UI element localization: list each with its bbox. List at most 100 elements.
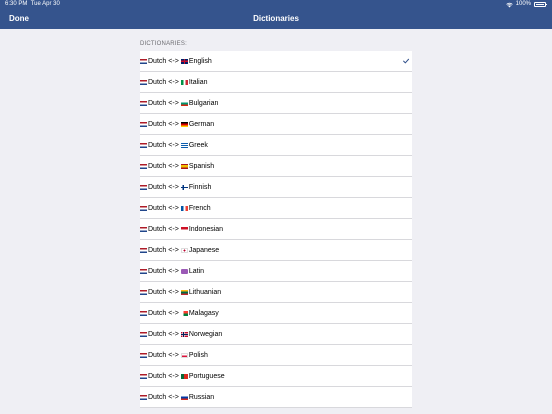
bidirectional-arrow: <-> [168,225,179,233]
flag-fi-icon [180,184,188,190]
bidirectional-arrow: <-> [168,141,179,149]
source-language: Dutch [148,225,167,233]
dictionary-row-portuguese[interactable]: Dutch <-> Portuguese [140,366,412,387]
flag-gr-icon [180,142,188,148]
dictionary-label: Dutch <-> French [140,205,211,212]
bidirectional-arrow: <-> [168,393,179,401]
bidirectional-arrow: <-> [168,309,179,317]
navigation-bar: Dictionaries Done [0,9,552,29]
flag-bg-icon [180,100,188,106]
source-language: Dutch [148,393,167,401]
flag-nl-icon [140,268,147,274]
flag-nl-icon [140,205,147,211]
flag-nl-icon [140,79,147,85]
target-language: Bulgarian [188,99,219,107]
target-language: Polish [188,351,208,359]
flag-nl-icon [140,394,147,400]
flag-nl-icon [140,142,147,148]
flag-fr-icon [180,205,188,211]
source-language: Dutch [148,183,167,191]
bidirectional-arrow: <-> [168,99,179,107]
dictionary-row-french[interactable]: Dutch <-> French [140,198,412,219]
dictionary-row-german[interactable]: Dutch <-> German [140,114,412,135]
target-language: Lithuanian [188,288,222,296]
source-language: Dutch [148,288,167,296]
flag-nl-icon [140,289,147,295]
dictionary-row-japanese[interactable]: Dutch <-> Japanese [140,240,412,261]
dictionary-row-spanish[interactable]: Dutch <-> Spanish [140,156,412,177]
flag-pl-icon [180,352,188,358]
source-language: Dutch [148,267,167,275]
bidirectional-arrow: <-> [168,246,179,254]
dictionary-label: Dutch <-> Bulgarian [140,100,218,107]
dictionary-label: Dutch <-> Finnish [140,184,211,191]
dictionary-label: Dutch <-> Polish [140,352,208,359]
target-language: German [188,120,215,128]
target-language: Finnish [188,183,212,191]
source-language: Dutch [148,141,167,149]
flag-nl-icon [140,100,147,106]
dictionary-row-english[interactable]: Dutch <-> English [140,51,412,72]
flag-ru-icon [180,394,188,400]
bidirectional-arrow: <-> [168,372,179,380]
dictionary-label: Dutch <-> Russian [140,394,214,401]
source-language: Dutch [148,162,167,170]
dictionary-label: Dutch <-> German [140,121,214,128]
bidirectional-arrow: <-> [168,183,179,191]
source-language: Dutch [148,330,167,338]
flag-nl-icon [140,121,147,127]
flag-pt-icon [180,373,188,379]
section-header: DICTIONARIES: [140,41,187,47]
dictionary-label: Dutch <-> Japanese [140,247,219,254]
flag-no-icon [180,331,188,337]
flag-mg-icon [180,310,188,316]
flag-de-icon [180,121,188,127]
source-language: Dutch [148,99,167,107]
dictionary-row-malagasy[interactable]: Dutch <-> Malagasy [140,303,412,324]
target-language: English [188,57,212,65]
flag-nl-icon [140,226,147,232]
status-right: 100% [505,0,547,9]
dictionary-label: Dutch <-> Spanish [140,163,214,170]
flag-nl-icon [140,247,147,253]
flag-nl-icon [140,163,147,169]
bidirectional-arrow: <-> [168,330,179,338]
flag-jp-icon [180,247,188,253]
flag-id-icon [180,226,188,232]
status-date: Tue Apr 30 [30,1,60,7]
bidirectional-arrow: <-> [168,120,179,128]
source-language: Dutch [148,372,167,380]
target-language: Latin [188,267,204,275]
bidirectional-arrow: <-> [168,351,179,359]
status-bar: 6:30 PM Tue Apr 30 100% [0,0,552,9]
dictionary-row-indonesian[interactable]: Dutch <-> Indonesian [140,219,412,240]
dictionary-row-italian[interactable]: Dutch <-> Italian [140,72,412,93]
dictionary-row-finnish[interactable]: Dutch <-> Finnish [140,177,412,198]
target-language: French [188,204,211,212]
wifi-icon [505,2,513,7]
dictionary-row-lithuanian[interactable]: Dutch <-> Lithuanian [140,282,412,303]
target-language: Italian [188,78,208,86]
flag-es-icon [180,163,188,169]
dictionary-row-latin[interactable]: Dutch <-> Latin [140,261,412,282]
flag-it-icon [180,79,188,85]
dictionary-row-norwegian[interactable]: Dutch <-> Norwegian [140,324,412,345]
target-language: Portuguese [188,372,225,380]
bidirectional-arrow: <-> [168,57,179,65]
dictionary-list: Dutch <-> English Dutch <-> Italian Dutch <-> Bu… [140,51,412,408]
dictionary-row-polish[interactable]: Dutch <-> Polish [140,345,412,366]
done-button[interactable]: Done [9,9,29,29]
bidirectional-arrow: <-> [168,162,179,170]
flag-nl-icon [140,310,147,316]
dictionary-row-russian[interactable]: Dutch <-> Russian [140,387,412,408]
bidirectional-arrow: <-> [168,78,179,86]
flag-lt-icon [180,289,188,295]
target-language: Greek [188,141,208,149]
dictionary-row-greek[interactable]: Dutch <-> Greek [140,135,412,156]
target-language: Japanese [188,246,220,254]
dictionary-row-bulgarian[interactable]: Dutch <-> Bulgarian [140,93,412,114]
status-time: 6:30 PM [5,1,28,7]
battery-percentage: 100% [515,1,531,7]
source-language: Dutch [148,309,167,317]
source-language: Dutch [148,204,167,212]
